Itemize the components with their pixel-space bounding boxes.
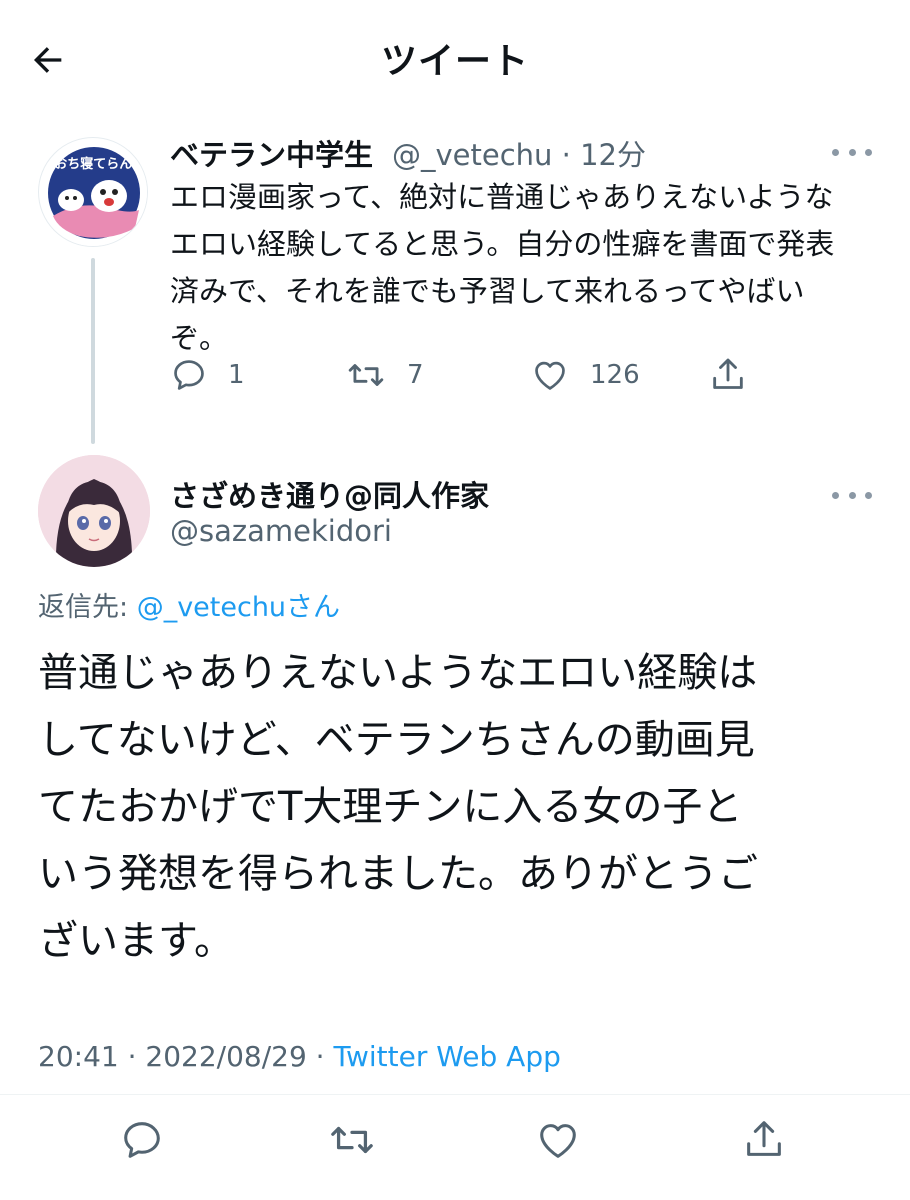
reply-count: 1	[228, 360, 245, 390]
main-avatar[interactable]	[38, 455, 150, 567]
parent-tweet-text: エロ漫画家って、絶対に普通じゃありえないような エロい経験してると思う。自分の性…	[170, 174, 880, 362]
source-link[interactable]: Twitter Web App	[333, 1040, 560, 1073]
parent-display-name[interactable]: ベテラン中学生	[170, 132, 373, 174]
parent-text-line: ぞ。	[170, 321, 229, 355]
main-text-line: てたおかげでT大理チンに入る女の子と	[38, 784, 743, 830]
main-text-line: 普通じゃありえないようなエロい経験は	[38, 650, 758, 696]
main-text-line: してないけど、ベテランちさんの動画見	[38, 717, 755, 763]
main-more-icon[interactable]	[832, 488, 872, 502]
share-icon	[713, 358, 743, 389]
main-share-button[interactable]	[734, 1110, 794, 1170]
reply-to-label: 返信先:	[38, 592, 137, 623]
parent-handle-time[interactable]: @_vetechu · 12分	[392, 132, 646, 174]
retweet-icon	[331, 1126, 373, 1154]
parent-avatar-image: おち おち寝てらんない!	[39, 139, 148, 246]
parent-text-line: エロ漫画家って、絶対に普通じゃありえないような	[170, 180, 834, 214]
thread-connector	[91, 258, 95, 444]
like-count: 126	[590, 360, 640, 390]
parent-like-button[interactable]: 126	[530, 356, 640, 394]
main-text-line: ざいます。	[38, 918, 234, 964]
parent-text-line: 済みで、それを誰でも予習して来れるってやばい	[170, 274, 805, 308]
reply-bubble-icon	[124, 1122, 160, 1158]
divider	[0, 1094, 910, 1095]
main-action-bar	[0, 1110, 910, 1170]
page-title: ツイート	[380, 41, 529, 82]
main-text-line: いう発想を得られました。ありがとうご	[38, 851, 758, 897]
avatar-caption: おち おち寝てらんない!	[39, 156, 148, 172]
share-icon	[747, 1121, 781, 1156]
timestamp-text[interactable]: 20:41 · 2022/08/29 ·	[38, 1040, 333, 1073]
parent-reply-button[interactable]: 1	[170, 356, 245, 394]
main-tweet-text: 普通じゃありえないようなエロい経験は してないけど、ベテランちさんの動画見 てた…	[38, 640, 888, 975]
main-reply-button[interactable]	[112, 1110, 172, 1170]
main-retweet-button[interactable]	[322, 1110, 382, 1170]
tweet-timestamp: 20:41 · 2022/08/29 · Twitter Web App	[38, 1040, 561, 1073]
main-avatar-image	[38, 455, 150, 567]
reply-bubble-icon	[174, 360, 204, 390]
main-like-button[interactable]	[528, 1110, 588, 1170]
parent-more-icon[interactable]	[832, 145, 872, 159]
reply-to-line: 返信先: @_vetechuさん	[38, 585, 340, 624]
retweet-count: 7	[407, 360, 424, 390]
parent-text-line: エロい経験してると思う。自分の性癖を書面で発表	[170, 227, 835, 261]
main-display-name[interactable]: さざめき通り@同人作家	[170, 473, 489, 515]
heart-icon	[540, 1124, 576, 1158]
reply-to-handle-link[interactable]: @_vetechuさん	[137, 592, 340, 623]
main-handle[interactable]: @sazamekidori	[170, 514, 392, 548]
parent-avatar[interactable]: おち おち寝てらんない!	[38, 137, 148, 247]
retweet-icon	[348, 364, 384, 386]
heart-icon	[535, 361, 565, 390]
parent-retweet-button[interactable]: 7	[345, 356, 424, 394]
parent-share-button[interactable]	[708, 354, 748, 396]
